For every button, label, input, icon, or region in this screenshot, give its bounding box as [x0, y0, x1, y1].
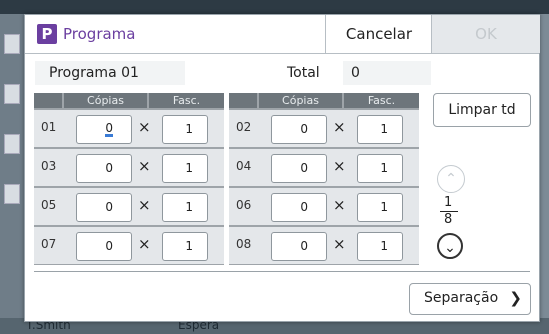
copies-value: 0: [105, 239, 113, 253]
dialog-titlebar: P Programa Cancelar OK: [25, 15, 540, 54]
group-row: 05 0 × 1: [34, 188, 224, 225]
group-grid-left: Cópias Fasc. 01 0 × 1 03 0 × 1 05 0 × 1 …: [34, 93, 224, 265]
sets-input[interactable]: 1: [162, 193, 208, 222]
copies-value: 0: [105, 121, 113, 137]
background-icon: [4, 134, 20, 154]
row-number: 01: [41, 120, 57, 134]
copies-input[interactable]: 0: [76, 154, 132, 183]
background-icon: [4, 84, 20, 104]
sets-input[interactable]: 1: [162, 115, 208, 144]
times-icon: ×: [333, 157, 346, 175]
group-row: 01 0 × 1: [34, 110, 224, 147]
group-grid-right: Cópias Fasc. 02 0 × 1 04 0 × 1 06 0 × 1 …: [229, 93, 419, 265]
copies-value: 0: [300, 161, 308, 175]
divider: [34, 271, 530, 272]
sets-value: 1: [380, 161, 388, 175]
times-icon: ×: [333, 196, 346, 214]
sets-value: 1: [185, 161, 193, 175]
sets-input[interactable]: 1: [357, 232, 403, 261]
background-icon: [4, 34, 20, 54]
times-icon: ×: [333, 118, 346, 136]
times-icon: ×: [138, 235, 151, 253]
sets-value: 1: [185, 200, 193, 214]
copies-input[interactable]: 0: [271, 115, 327, 144]
times-icon: ×: [333, 235, 346, 253]
times-icon: ×: [138, 118, 151, 136]
chevron-right-icon: ❯: [509, 289, 522, 307]
grid-header-sets: Fasc.: [344, 93, 419, 108]
sets-value: 1: [380, 122, 388, 136]
clear-all-button[interactable]: Limpar td: [433, 93, 531, 127]
total-value: 0: [351, 65, 360, 81]
dialog-title: Programa: [63, 25, 136, 43]
sets-input[interactable]: 1: [162, 154, 208, 183]
sets-input[interactable]: 1: [357, 115, 403, 144]
sets-value: 1: [185, 239, 193, 253]
chevron-up-icon[interactable]: ⌃: [437, 165, 465, 193]
copies-input[interactable]: 0: [76, 193, 132, 222]
program-name: Programa 01: [49, 65, 139, 81]
row-number: 08: [236, 237, 252, 251]
separation-button[interactable]: Separação ❯: [409, 283, 531, 315]
grid-header-copies: Cópias: [259, 93, 342, 108]
total-label: Total: [287, 65, 320, 81]
ok-button[interactable]: OK: [431, 15, 540, 53]
sets-value: 1: [185, 122, 193, 136]
copies-input[interactable]: 0: [76, 232, 132, 261]
row-number: 03: [41, 159, 57, 173]
copies-value: 0: [105, 161, 113, 175]
sets-input[interactable]: 1: [162, 232, 208, 261]
copies-input[interactable]: 0: [76, 115, 132, 144]
cancel-button[interactable]: Cancelar: [325, 15, 432, 53]
program-dialog: P Programa Cancelar OK Programa 01 Total…: [24, 14, 540, 322]
page-total: 8: [444, 212, 453, 227]
row-number: 05: [41, 198, 57, 212]
grid-header-number: [229, 93, 257, 108]
times-icon: ×: [138, 196, 151, 214]
group-row: 02 0 × 1: [229, 110, 419, 147]
separation-label: Separação: [424, 290, 499, 306]
row-number: 06: [236, 198, 252, 212]
group-row: 08 0 × 1: [229, 227, 419, 264]
grid-header-sets: Fasc.: [149, 93, 224, 108]
copies-value: 0: [300, 239, 308, 253]
sets-input[interactable]: 1: [357, 193, 403, 222]
page-current: 1: [444, 195, 453, 210]
copies-input[interactable]: 0: [271, 154, 327, 183]
grid-header-copies: Cópias: [64, 93, 147, 108]
background-left-panel: [0, 14, 24, 334]
program-icon: P: [37, 24, 57, 44]
background-icon: [4, 184, 20, 204]
group-row: 07 0 × 1: [34, 227, 224, 264]
sets-value: 1: [380, 200, 388, 214]
program-name-field[interactable]: Programa 01: [35, 61, 185, 85]
row-number: 07: [41, 237, 57, 251]
copies-value: 0: [300, 200, 308, 214]
total-value-field: 0: [343, 61, 431, 85]
sets-value: 1: [380, 239, 388, 253]
copies-input[interactable]: 0: [271, 232, 327, 261]
sets-input[interactable]: 1: [357, 154, 403, 183]
group-row: 04 0 × 1: [229, 149, 419, 186]
group-row: 03 0 × 1: [34, 149, 224, 186]
chevron-down-icon[interactable]: ⌄: [437, 233, 463, 259]
group-row: 06 0 × 1: [229, 188, 419, 225]
row-number: 02: [236, 120, 252, 134]
background-topbar: [0, 0, 549, 14]
grid-header-number: [34, 93, 62, 108]
copies-input[interactable]: 0: [271, 193, 327, 222]
copies-value: 0: [105, 200, 113, 214]
times-icon: ×: [138, 157, 151, 175]
row-number: 04: [236, 159, 252, 173]
copies-value: 0: [300, 122, 308, 136]
